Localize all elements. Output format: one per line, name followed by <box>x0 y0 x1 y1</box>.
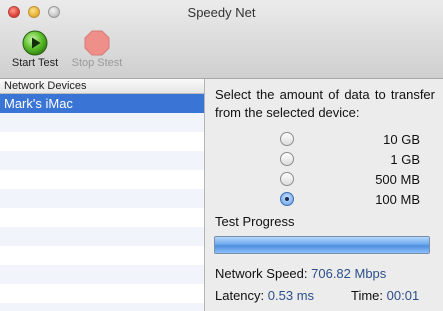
radio-label: 10 GB <box>383 132 420 147</box>
stop-octagon-icon <box>84 30 110 56</box>
stop-test-label: Stop Stest <box>71 57 123 69</box>
radio-button[interactable] <box>280 172 294 186</box>
empty-row <box>0 189 204 208</box>
app-window: Speedy Net Start Test Stop Stest Network… <box>0 0 443 311</box>
time-stat: Time: 00:01 <box>351 288 419 303</box>
radio-100mb[interactable]: 100 MB <box>280 191 420 209</box>
list-item-device[interactable]: Mark's iMac <box>0 94 204 113</box>
empty-row <box>0 284 204 303</box>
test-progress-title: Test Progress <box>215 214 295 229</box>
network-speed-stat: Network Speed: 706.82 Mbps <box>215 266 386 281</box>
empty-row <box>0 170 204 189</box>
radio-button[interactable] <box>280 152 294 166</box>
empty-row <box>0 151 204 170</box>
radio-button-selected[interactable] <box>280 192 294 206</box>
radio-500mb[interactable]: 500 MB <box>280 171 420 189</box>
title-bar: Speedy Net Start Test Stop Stest <box>0 0 443 79</box>
empty-row <box>0 303 204 311</box>
start-test-button[interactable]: Start Test <box>6 30 64 69</box>
window-title: Speedy Net <box>187 5 256 20</box>
network-devices-header: Network Devices <box>0 79 204 94</box>
radio-10gb[interactable]: 10 GB <box>280 131 420 149</box>
empty-row <box>0 132 204 151</box>
test-progress-bar <box>214 236 430 254</box>
empty-row <box>0 246 204 265</box>
latency-label: Latency: <box>215 288 265 303</box>
play-icon <box>22 30 48 56</box>
progress-fill <box>215 237 429 253</box>
stop-test-button[interactable]: Stop Stest <box>66 30 128 69</box>
radio-label: 100 MB <box>375 192 420 207</box>
radio-label: 500 MB <box>375 172 420 187</box>
time-value: 00:01 <box>386 288 420 303</box>
empty-row <box>0 208 204 227</box>
radio-1gb[interactable]: 1 GB <box>280 151 420 169</box>
empty-row <box>0 113 204 132</box>
latency-stat: Latency: 0.53 ms <box>215 288 314 303</box>
transfer-panel: Select the amount of data to transfer fr… <box>205 79 443 311</box>
transfer-prompt: Select the amount of data to transfer fr… <box>215 87 435 120</box>
start-test-label: Start Test <box>11 57 59 69</box>
speed-label: Network Speed: <box>215 266 308 281</box>
empty-row <box>0 227 204 246</box>
radio-label: 1 GB <box>390 152 420 167</box>
network-devices-list: Network Devices Mark's iMac <box>0 79 205 311</box>
empty-row <box>0 265 204 284</box>
time-label: Time: <box>351 288 384 303</box>
radio-button[interactable] <box>280 132 294 146</box>
speed-value: 706.82 Mbps <box>311 266 387 281</box>
latency-value: 0.53 ms <box>267 288 315 303</box>
device-label: Mark's iMac <box>4 96 73 111</box>
